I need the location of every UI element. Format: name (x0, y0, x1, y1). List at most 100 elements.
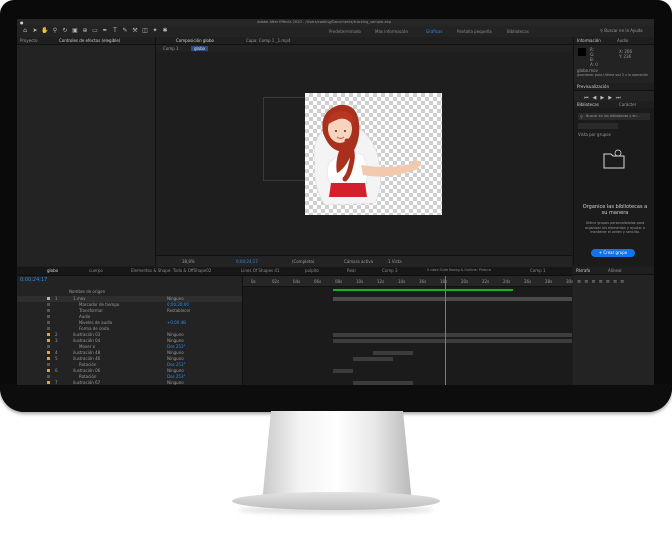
hand-icon[interactable]: ✋ (41, 27, 49, 35)
layer-label-color[interactable] (47, 321, 50, 324)
layer-bar-3[interactable] (333, 339, 572, 343)
workspace-graficos[interactable]: Gráficos (426, 29, 442, 34)
layer-label-color[interactable] (47, 345, 50, 348)
layer-label-color[interactable] (47, 363, 50, 366)
layer-name[interactable]: Rotación (79, 374, 96, 379)
layer-value[interactable]: Ninguno (167, 356, 184, 361)
type-icon[interactable]: T (111, 27, 119, 35)
layer-label-color[interactable] (47, 369, 50, 372)
help-search[interactable]: ⚲ Buscar en la Ayuda (600, 28, 650, 34)
time-ruler[interactable]: 0s 02s 04s 06s 08s 10s 12s 14s 16s 18s 20s 22s 24s 26… (243, 276, 573, 287)
pan-behind-icon[interactable]: ⊕ (81, 27, 89, 35)
layer-bar-2[interactable] (333, 333, 572, 337)
layer-value[interactable]: Ninguno (167, 368, 184, 373)
layer-value[interactable]: Ninguno (167, 380, 184, 385)
workspace-mas-informacion[interactable]: Más información (375, 29, 408, 34)
rectangle-icon[interactable]: ▭ (91, 27, 99, 35)
tab-caracter[interactable]: Carácter (619, 102, 636, 107)
layer-value[interactable]: Ninguno (167, 338, 184, 343)
tab-pulpito[interactable]: pulpito (305, 268, 319, 273)
rotate-icon[interactable]: ↻ (61, 27, 69, 35)
layer-value[interactable]: 0;00;20;00 (167, 302, 189, 307)
tab-composition[interactable]: Composición globo (176, 38, 214, 43)
timeline-timecode[interactable]: 0;00;24;17 (20, 278, 47, 283)
eraser-icon[interactable]: ◫ (141, 27, 149, 35)
tab-elementos[interactable]: Elementos & Shape: Todo & OffShape02 (131, 268, 211, 273)
tab-informacion[interactable]: Información (577, 38, 601, 43)
layer-label-color[interactable] (47, 327, 50, 330)
layer-bar-4[interactable] (373, 351, 413, 355)
layer-label-color[interactable] (47, 297, 50, 300)
library-search-input[interactable]: ⚲ Buscar en las bibliotecas y en... (578, 113, 650, 120)
pen-icon[interactable]: ✒ (101, 27, 109, 35)
layer-name[interactable]: Marcador de tiempo (79, 302, 119, 307)
layer-bar-7[interactable] (353, 381, 413, 385)
layer-value[interactable]: Dos 253° (167, 374, 186, 379)
layer-value[interactable]: Ninguno (167, 296, 184, 301)
tab-parrafo[interactable]: Párrafo (576, 268, 590, 273)
layer-value[interactable]: Restablecer (167, 308, 191, 313)
layer-value[interactable]: Dos 253° (167, 362, 186, 367)
layer-value[interactable]: Ninguno (167, 332, 184, 337)
tab-comp3[interactable]: Comp 3 (382, 268, 398, 273)
tab-real[interactable]: Real (347, 268, 356, 273)
tab-effect-controls[interactable]: Controles de efectos (elegible) (59, 38, 120, 43)
tab-comp1[interactable]: Comp 1 (530, 268, 546, 273)
layer-label-color[interactable] (47, 333, 50, 336)
layer-value[interactable]: Ninguno (167, 350, 184, 355)
roto-brush-icon[interactable]: ✦ (151, 27, 159, 35)
brush-icon[interactable]: ✎ (121, 27, 129, 35)
align-icons[interactable]: ≡≡≡≡≡≡≡ (577, 279, 627, 285)
layer-name[interactable]: Mover x (79, 344, 95, 349)
layer-name[interactable]: ilustración 48 (73, 350, 100, 355)
layer-name[interactable]: Audio (79, 314, 90, 319)
tab-globo[interactable]: globo (47, 268, 58, 273)
library-dropdown[interactable] (578, 123, 618, 129)
layer-name[interactable]: ilustración 06 (73, 368, 100, 373)
library-view-select[interactable]: Vista por grupos (578, 132, 611, 137)
tab-layer[interactable]: Capa: Comp 1 _1.mp4 (246, 38, 290, 43)
layer-name[interactable]: ilustración 04 (73, 338, 100, 343)
apple-logo-icon[interactable]: ● (20, 20, 24, 25)
puppet-pin-icon[interactable]: ✱ (161, 27, 169, 35)
layer-name[interactable]: 1.mov (73, 296, 86, 301)
camera-select[interactable]: Cámara activa (344, 259, 373, 264)
work-area-bar[interactable] (333, 289, 513, 291)
tab-alinear[interactable]: Alinear (608, 268, 622, 273)
tab-previsualizacion[interactable]: Previsualización (577, 84, 609, 89)
layer-label-color[interactable] (47, 339, 50, 342)
zoom-icon[interactable]: ⚲ (51, 27, 59, 35)
layer-label-color[interactable] (47, 357, 50, 360)
tab-audio[interactable]: Audio (617, 38, 628, 43)
tab-bibliotecas[interactable]: Bibliotecas (577, 102, 599, 107)
home-icon[interactable]: ⌂ (21, 27, 29, 35)
layer-name[interactable]: Forma de onda (79, 326, 109, 331)
tab-cuerpo[interactable]: cuerpo (89, 268, 103, 273)
create-group-button[interactable]: + Crear grupo (591, 249, 635, 257)
workspace-pantalla-pequena[interactable]: Pantalla pequeña (457, 29, 492, 34)
layer-name[interactable]: Niveles de audio (79, 320, 112, 325)
workspace-bibliotecas[interactable]: Bibliotecas (507, 29, 529, 34)
tab-proyecto[interactable]: Proyecto (20, 38, 37, 43)
viewer-timecode[interactable]: 0;00;24;17 (236, 259, 258, 264)
layer-name[interactable]: Rotación (79, 362, 96, 367)
layer-bar-1[interactable] (333, 297, 572, 301)
layer-name[interactable]: ilustración 03 (73, 332, 100, 337)
selection-arrow-icon[interactable]: ➤ (31, 27, 39, 35)
layer-label-color[interactable] (47, 381, 50, 384)
composition-canvas[interactable] (305, 93, 442, 215)
layer-bar-6[interactable] (333, 369, 353, 373)
tab-lines[interactable]: Lines Of Shapes 41 (241, 268, 280, 273)
layer-label-color[interactable] (47, 303, 50, 306)
workspace-predeterminado[interactable]: Predeterminado (329, 29, 361, 34)
layer-bar-5[interactable] (353, 357, 393, 361)
resolution-select[interactable]: (Completa) (292, 259, 314, 264)
layer-label-color[interactable] (47, 315, 50, 318)
layer-name[interactable]: Transformar (79, 308, 103, 313)
layer-row[interactable]: 7 ilustración 67 Ninguno (17, 380, 242, 385)
layer-label-color[interactable] (47, 351, 50, 354)
clone-stamp-icon[interactable]: ⚒ (131, 27, 139, 35)
tab-cabe-suite[interactable]: 5 cabe Suite Backg & Outline: Pintura (427, 268, 491, 272)
zoom-level[interactable]: 38,8% (182, 259, 195, 264)
layer-name[interactable]: ilustración 46 (73, 356, 100, 361)
